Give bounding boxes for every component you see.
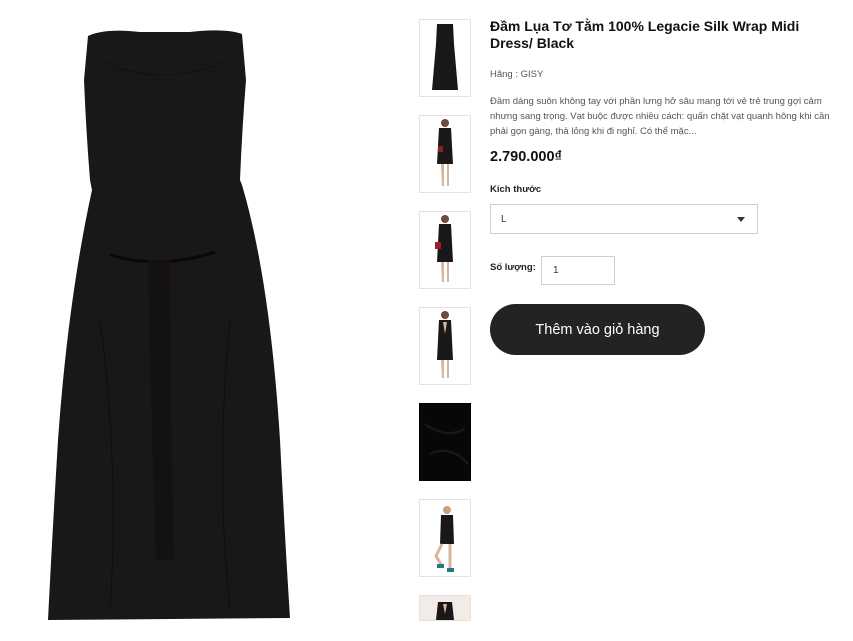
size-select[interactable]: L [490, 204, 758, 234]
product-price: 2.790.000₫ [490, 149, 562, 165]
product-description: Đầm dáng suôn không tay với phần lưng hở… [490, 96, 830, 137]
brand-line: Hãng : GISY [490, 69, 544, 80]
thumbnail-model-pose-teal-heels[interactable] [419, 499, 471, 577]
quantity-input[interactable] [541, 256, 615, 285]
thumbnail-model-front-red-bag[interactable] [419, 211, 471, 289]
chevron-down-icon [737, 217, 745, 222]
quantity-label: Số lượng: [490, 262, 536, 273]
thumbnail-dress-front[interactable] [419, 19, 471, 97]
thumbnail-model-back[interactable] [419, 307, 471, 385]
size-select-value: L [501, 214, 507, 225]
dress-image [48, 30, 290, 620]
product-title: Đầm Lụa Tơ Tằm 100% Legacie Silk Wrap Mi… [490, 18, 800, 51]
main-product-image[interactable] [0, 0, 410, 641]
size-label: Kích thước [490, 184, 542, 195]
thumbnail-fabric-detail[interactable] [419, 403, 471, 481]
thumbnail-model-back-partial[interactable] [419, 595, 471, 621]
thumbnail-model-front[interactable] [419, 115, 471, 193]
add-to-cart-button[interactable]: Thêm vào giỏ hàng [490, 304, 705, 355]
product-details: Đầm Lụa Tơ Tằm 100% Legacie Silk Wrap Mi… [490, 18, 840, 355]
